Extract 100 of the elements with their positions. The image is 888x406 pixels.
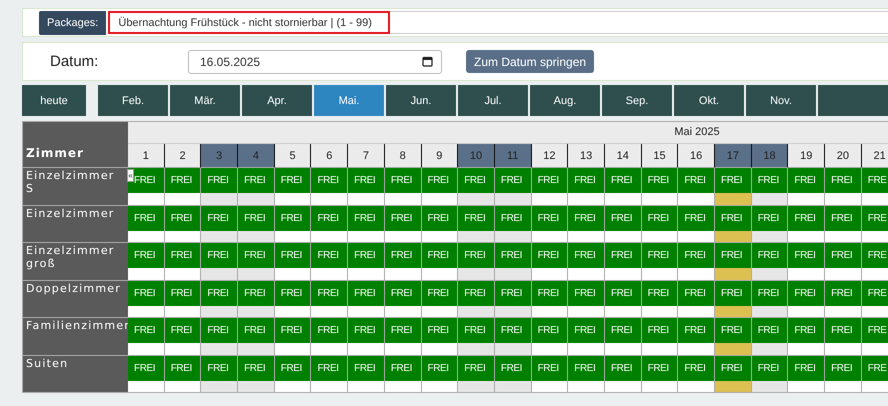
availability-cell[interactable]: FREI xyxy=(825,243,862,268)
availability-cell[interactable]: FREI xyxy=(715,280,752,306)
availability-cell[interactable]: FREI xyxy=(238,206,275,230)
availability-cell[interactable]: FREI xyxy=(715,356,752,380)
availability-cell[interactable]: FREI xyxy=(752,206,788,230)
availability-cell[interactable]: FREI xyxy=(825,206,862,230)
availability-cell[interactable]: FREI xyxy=(422,280,458,306)
availability-cell[interactable]: FREI xyxy=(678,168,715,193)
month-tab[interactable]: Feb. xyxy=(98,85,168,116)
month-tab[interactable]: Sep. xyxy=(602,85,672,116)
availability-cell[interactable]: FREI xyxy=(238,280,275,306)
availability-cell[interactable]: FREI xyxy=(384,356,422,380)
availability-cell[interactable]: FREI xyxy=(384,280,422,306)
availability-cell[interactable]: FREI xyxy=(678,356,715,380)
availability-cell[interactable]: FREI xyxy=(604,318,642,343)
availability-cell[interactable]: FREI xyxy=(348,318,385,343)
availability-cell[interactable]: FREI xyxy=(568,206,605,230)
availability-cell[interactable]: FREI xyxy=(715,206,752,230)
availability-cell[interactable]: FREI xyxy=(384,168,422,193)
availability-cell[interactable]: FREI xyxy=(348,206,385,230)
availability-cell[interactable]: FREI xyxy=(422,356,458,380)
availability-cell[interactable]: FRE xyxy=(862,318,888,343)
availability-cell[interactable]: FREI xyxy=(642,206,678,230)
availability-cell[interactable]: FREI xyxy=(458,356,495,380)
availability-cell[interactable]: FREI xyxy=(384,206,422,230)
availability-cell[interactable]: FREI xyxy=(494,280,532,306)
availability-cell[interactable]: FREI xyxy=(164,318,202,343)
availability-cell[interactable]: FREI xyxy=(604,356,642,380)
availability-cell[interactable]: FRE xyxy=(862,280,888,306)
availability-cell[interactable]: FREI xyxy=(752,168,788,193)
availability-cell[interactable]: FREI xyxy=(128,280,165,306)
availability-cell[interactable]: FREI xyxy=(715,318,752,343)
availability-cell[interactable]: FREI xyxy=(164,356,202,380)
availability-cell[interactable]: FRE xyxy=(862,356,888,380)
availability-cell[interactable]: FREI xyxy=(201,168,238,193)
availability-cell[interactable]: FREI xyxy=(568,318,605,343)
availability-cell[interactable]: FREI xyxy=(642,318,678,343)
availability-cell[interactable]: FREI xyxy=(604,243,642,268)
availability-cell[interactable]: FREI xyxy=(128,243,165,268)
availability-cell[interactable]: FREI xyxy=(568,280,605,306)
availability-cell[interactable]: FREI xyxy=(532,206,568,230)
package-select[interactable]: Übernachtung Frühstück - nicht stornierbar | (1 - 99) xyxy=(108,11,390,34)
availability-cell[interactable]: FREI xyxy=(825,168,862,193)
availability-cell[interactable]: FREI xyxy=(238,168,275,193)
availability-cell[interactable]: FREI xyxy=(568,168,605,193)
availability-cell[interactable]: FREI xyxy=(164,206,202,230)
availability-cell[interactable]: FREI xyxy=(348,243,385,268)
availability-cell[interactable]: FREI xyxy=(311,243,348,268)
availability-cell[interactable]: FREI xyxy=(678,206,715,230)
availability-cell[interactable]: FREI xyxy=(164,243,202,268)
month-tab[interactable]: Nov. xyxy=(746,85,816,116)
availability-cell[interactable]: FREI xyxy=(201,356,238,380)
availability-cell[interactable]: FREI xyxy=(458,243,495,268)
availability-cell[interactable]: FREI xyxy=(604,280,642,306)
today-button[interactable]: heute xyxy=(22,85,86,116)
availability-cell[interactable]: FREI xyxy=(311,168,348,193)
month-tab[interactable]: Okt. xyxy=(674,85,744,116)
availability-cell[interactable]: FREI xyxy=(715,243,752,268)
month-tab[interactable]: Aug. xyxy=(530,85,600,116)
availability-cell[interactable]: FREI xyxy=(458,280,495,306)
availability-cell[interactable]: FREI xyxy=(604,206,642,230)
availability-cell[interactable]: FREI xyxy=(825,318,862,343)
availability-cell[interactable]: FREI xyxy=(422,168,458,193)
date-field[interactable]: 16.05.2025 xyxy=(188,50,442,74)
availability-cell[interactable]: FREI xyxy=(311,206,348,230)
availability-cell[interactable]: FREI xyxy=(642,243,678,268)
availability-cell[interactable]: FRE xyxy=(862,206,888,230)
availability-cell[interactable]: FREI xyxy=(164,280,202,306)
availability-cell[interactable]: FREI xyxy=(642,356,678,380)
jump-to-date-button[interactable]: Zum Datum springen xyxy=(466,50,594,73)
calendar-icon[interactable] xyxy=(422,56,433,67)
availability-cell[interactable]: FRE xyxy=(862,243,888,268)
month-tab[interactable]: Mai. xyxy=(314,85,384,116)
availability-cell[interactable]: FREI xyxy=(201,206,238,230)
availability-cell[interactable]: FREI xyxy=(752,243,788,268)
month-tab[interactable]: Apr. xyxy=(242,85,312,116)
availability-cell[interactable]: FREI xyxy=(274,168,312,193)
availability-cell[interactable]: FREI xyxy=(604,168,642,193)
availability-cell[interactable]: FREI xyxy=(422,318,458,343)
availability-cell[interactable]: FREI xyxy=(532,280,568,306)
month-tab[interactable]: Mär. xyxy=(170,85,240,116)
availability-cell[interactable]: FREI xyxy=(752,356,788,380)
availability-cell[interactable]: FRE xyxy=(862,168,888,193)
availability-cell[interactable]: FREI xyxy=(422,243,458,268)
availability-cell[interactable]: FREI xyxy=(348,168,385,193)
availability-cell[interactable]: FREI xyxy=(568,356,605,380)
availability-cell[interactable]: FREI xyxy=(348,280,385,306)
availability-cell[interactable]: FREI xyxy=(128,318,165,343)
availability-cell[interactable]: FREI xyxy=(678,243,715,268)
availability-cell[interactable]: FREI xyxy=(788,280,826,306)
availability-cell[interactable]: FREI xyxy=(788,243,826,268)
previous-button[interactable]: « xyxy=(127,169,134,182)
availability-cell[interactable]: FREI xyxy=(825,280,862,306)
availability-cell[interactable]: FREI xyxy=(532,168,568,193)
availability-cell[interactable]: FREI xyxy=(494,168,532,193)
availability-cell[interactable]: FREI xyxy=(494,243,532,268)
month-tab[interactable]: Jun. xyxy=(386,85,456,116)
availability-cell[interactable]: FREI xyxy=(201,280,238,306)
availability-cell[interactable]: FREI xyxy=(752,318,788,343)
availability-cell[interactable]: FREI xyxy=(128,206,165,230)
